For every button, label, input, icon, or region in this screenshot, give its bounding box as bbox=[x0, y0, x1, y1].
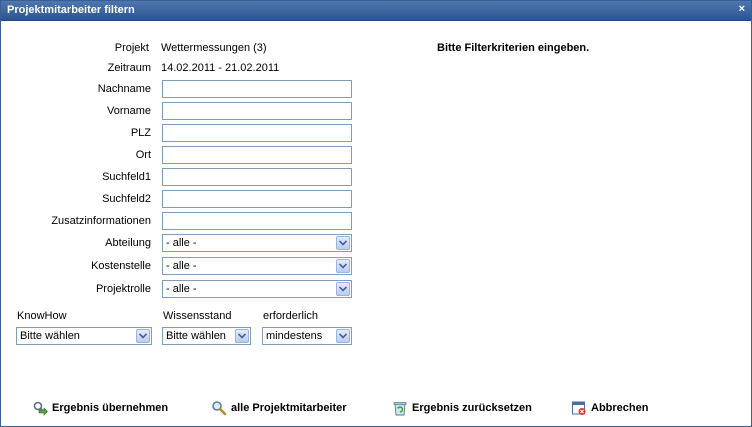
projektrolle-select[interactable]: - alle - bbox=[162, 280, 352, 298]
kostenstelle-select-value: - alle - bbox=[166, 260, 197, 272]
zusatzinformationen-input[interactable] bbox=[162, 212, 352, 230]
reset-result-label: Ergebnis zurücksetzen bbox=[412, 402, 532, 414]
magnifier-icon bbox=[212, 401, 227, 416]
suchfeld2-input[interactable] bbox=[162, 190, 352, 208]
knowhow-select-value: Bitte wählen bbox=[20, 330, 80, 342]
close-icon[interactable]: × bbox=[739, 3, 745, 15]
erforderlich-label: erforderlich bbox=[263, 310, 319, 322]
suchfeld1-input[interactable] bbox=[162, 168, 352, 186]
zusatzinformationen-label: Zusatzinformationen bbox=[51, 215, 151, 227]
nachname-input[interactable] bbox=[162, 80, 352, 98]
zeitraum-value: 14.02.2011 - 21.02.2011 bbox=[161, 62, 280, 74]
kostenstelle-label: Kostenstelle bbox=[91, 260, 151, 272]
kostenstelle-select[interactable]: - alle - bbox=[162, 257, 352, 275]
all-project-staff-label: alle Projektmitarbeiter bbox=[231, 402, 347, 414]
apply-result-button[interactable]: Ergebnis übernehmen bbox=[32, 399, 168, 417]
projektrolle-label: Projektrolle bbox=[95, 283, 151, 295]
filter-hint: Bitte Filterkriterien eingeben. bbox=[437, 42, 590, 54]
chevron-down-icon[interactable] bbox=[235, 329, 249, 343]
chevron-down-icon[interactable] bbox=[136, 329, 150, 343]
plz-input[interactable] bbox=[162, 124, 352, 142]
projekt-value: Wettermessungen (3) bbox=[161, 42, 267, 54]
nachname-label: Nachname bbox=[97, 83, 151, 95]
suchfeld1-label: Suchfeld1 bbox=[102, 171, 151, 183]
erforderlich-select[interactable]: mindestens bbox=[262, 327, 352, 345]
cancel-window-icon bbox=[572, 401, 586, 415]
apply-result-label: Ergebnis übernehmen bbox=[52, 402, 169, 414]
plz-label: PLZ bbox=[130, 127, 151, 139]
apply-result-icon bbox=[33, 401, 48, 416]
recycle-bin-icon bbox=[393, 402, 407, 416]
wissensstand-label: Wissensstand bbox=[163, 310, 232, 322]
ort-label: Ort bbox=[135, 149, 151, 161]
cancel-label: Abbrechen bbox=[591, 402, 649, 414]
zeitraum-label: Zeitraum bbox=[107, 62, 151, 74]
filter-dialog: Projektmitarbeiter filtern × Projekt Wet… bbox=[0, 0, 752, 427]
wissensstand-select[interactable]: Bitte wählen bbox=[162, 327, 251, 345]
abteilung-select-value: - alle - bbox=[166, 237, 197, 249]
knowhow-select[interactable]: Bitte wählen bbox=[16, 327, 152, 345]
chevron-down-icon[interactable] bbox=[336, 282, 350, 296]
vorname-input[interactable] bbox=[162, 102, 352, 120]
projekt-label: Projekt bbox=[114, 42, 149, 54]
abteilung-select[interactable]: - alle - bbox=[162, 234, 352, 252]
erforderlich-select-value: mindestens bbox=[266, 330, 323, 342]
title-bar[interactable]: Projektmitarbeiter filtern × bbox=[1, 1, 751, 21]
ort-input[interactable] bbox=[162, 146, 352, 164]
reset-result-button[interactable]: Ergebnis zurücksetzen bbox=[392, 399, 532, 417]
projektrolle-select-value: - alle - bbox=[166, 283, 197, 295]
cancel-button[interactable]: Abbrechen bbox=[571, 399, 648, 417]
suchfeld2-label: Suchfeld2 bbox=[102, 193, 151, 205]
chevron-down-icon[interactable] bbox=[336, 236, 350, 250]
vorname-label: Vorname bbox=[106, 105, 151, 117]
chevron-down-icon[interactable] bbox=[336, 329, 350, 343]
wissensstand-select-value: Bitte wählen bbox=[166, 330, 226, 342]
all-project-staff-button[interactable]: alle Projektmitarbeiter bbox=[211, 399, 347, 417]
abteilung-label: Abteilung bbox=[105, 237, 151, 249]
window-title: Projektmitarbeiter filtern bbox=[7, 4, 135, 16]
knowhow-label: KnowHow bbox=[17, 310, 67, 322]
chevron-down-icon[interactable] bbox=[336, 259, 350, 273]
